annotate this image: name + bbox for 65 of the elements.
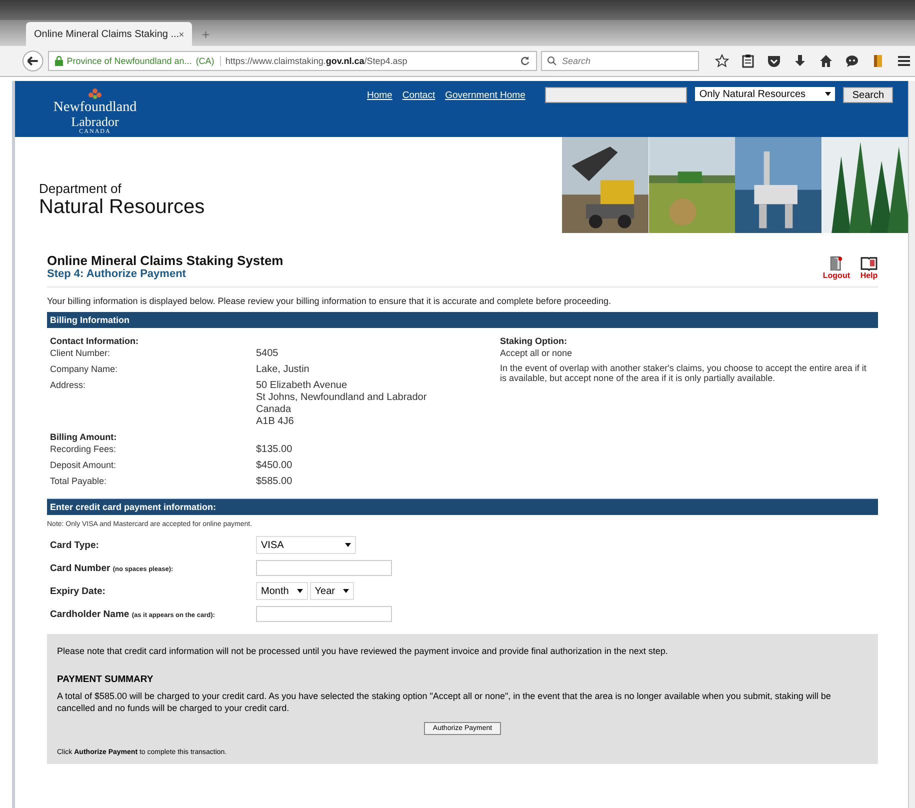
browser-search-field[interactable]: Search (541, 51, 699, 71)
door-icon (830, 256, 843, 271)
step-title: Step 4: Authorize Payment (47, 268, 187, 280)
field-label: Address: (50, 380, 87, 392)
staking-value: Accept all or none (500, 348, 574, 358)
field-label: Client Number: (50, 348, 112, 360)
menu-icon[interactable] (897, 54, 911, 68)
logo-text: Labrador (71, 115, 119, 128)
lock-icon (54, 56, 63, 66)
site-search-field[interactable] (545, 87, 688, 103)
field-value: $135.00 (256, 444, 292, 456)
chat-icon[interactable] (845, 54, 859, 68)
field-value: St Johns, Newfoundland and Labrador (256, 392, 427, 404)
department-label: Department of (39, 181, 122, 196)
nav-link[interactable]: Contact (402, 90, 436, 101)
input-field[interactable] (256, 560, 392, 576)
pocket-icon[interactable] (767, 54, 781, 68)
card-type-dropdown[interactable]: VISA (256, 536, 356, 554)
summary-text: A total of $585.00 will be charged to your credit card. As you have selected the staking option "Accept all or none", in the event that the area is no longer available when you submit, staking will be cancelled and no funds will be charged to your credit card. (57, 690, 832, 714)
home-icon[interactable] (819, 54, 833, 68)
field-value: $585.00 (256, 476, 292, 488)
logo-text: Newfoundland (53, 101, 137, 115)
date-dropdown[interactable]: Month (256, 582, 308, 600)
field-label: Recording Fees: (50, 444, 118, 456)
group-heading: Contact Information: (50, 336, 140, 346)
star-icon[interactable] (715, 54, 729, 68)
action-link[interactable]: Help (860, 256, 878, 280)
input-field[interactable] (256, 606, 392, 622)
address-bar[interactable]: Province of Newfoundland an... (CA) https://www.claimstaking.gov.nl.ca/Step4.asp (48, 51, 537, 71)
close-icon[interactable] (179, 30, 184, 38)
section-header: Enter credit card payment information: (47, 499, 878, 515)
field-value: 50 Elizabeth Avenue (256, 380, 348, 392)
form-label: Expiry Date: (50, 586, 106, 596)
reload-icon[interactable] (520, 56, 530, 66)
field-label: Total Payable: (50, 476, 108, 488)
bookmark-icon[interactable] (871, 54, 885, 68)
department-name: Natural Resources (39, 196, 205, 219)
intro-text: Your billing information is displayed below. Please review your billing information to ensure that it is accurate and complete before proceeding. (47, 296, 612, 306)
search-button[interactable]: Search (843, 87, 894, 103)
browser-tab[interactable]: Online Mineral Claims Staking ... (26, 22, 192, 46)
nav-link[interactable]: Home (367, 90, 392, 101)
back-icon[interactable] (22, 50, 44, 72)
section-header: Billing Information (47, 312, 878, 328)
date-dropdown[interactable]: Year (310, 582, 354, 600)
form-label: Card Type: (50, 540, 100, 550)
clipboard-icon[interactable] (741, 54, 755, 68)
action-link[interactable]: Logout (822, 256, 850, 280)
book-icon (860, 256, 878, 271)
group-heading: Billing Amount: (50, 432, 118, 442)
download-icon[interactable] (793, 54, 807, 68)
field-value: 5405 (256, 348, 278, 360)
scope-dropdown[interactable]: Only Natural Resources (695, 87, 836, 101)
summary-heading: PAYMENT SUMMARY (57, 674, 154, 685)
field-label: Deposit Amount: (50, 460, 118, 472)
field-value: $450.00 (256, 460, 292, 472)
notice-text: Please note that credit card information will not be processed until you have reviewed the payment invoice and provide final authorization in the next step. (57, 646, 669, 656)
field-value: Canada (256, 404, 292, 416)
field-value: A1B 4J6 (256, 416, 295, 428)
group-heading: Staking Option: (500, 336, 568, 346)
flower-icon (87, 87, 103, 101)
staking-description: In the event of overlap with another staker's claims, you choose to accept the entire area if it is available, but accept none of the area if it is only partially available. (500, 363, 868, 383)
field-value: Lake, Justin (256, 364, 310, 376)
nav-link[interactable]: Government Home (445, 90, 526, 101)
field-label: Company Name: (50, 364, 119, 376)
page-title: Online Mineral Claims Staking System (47, 253, 284, 268)
